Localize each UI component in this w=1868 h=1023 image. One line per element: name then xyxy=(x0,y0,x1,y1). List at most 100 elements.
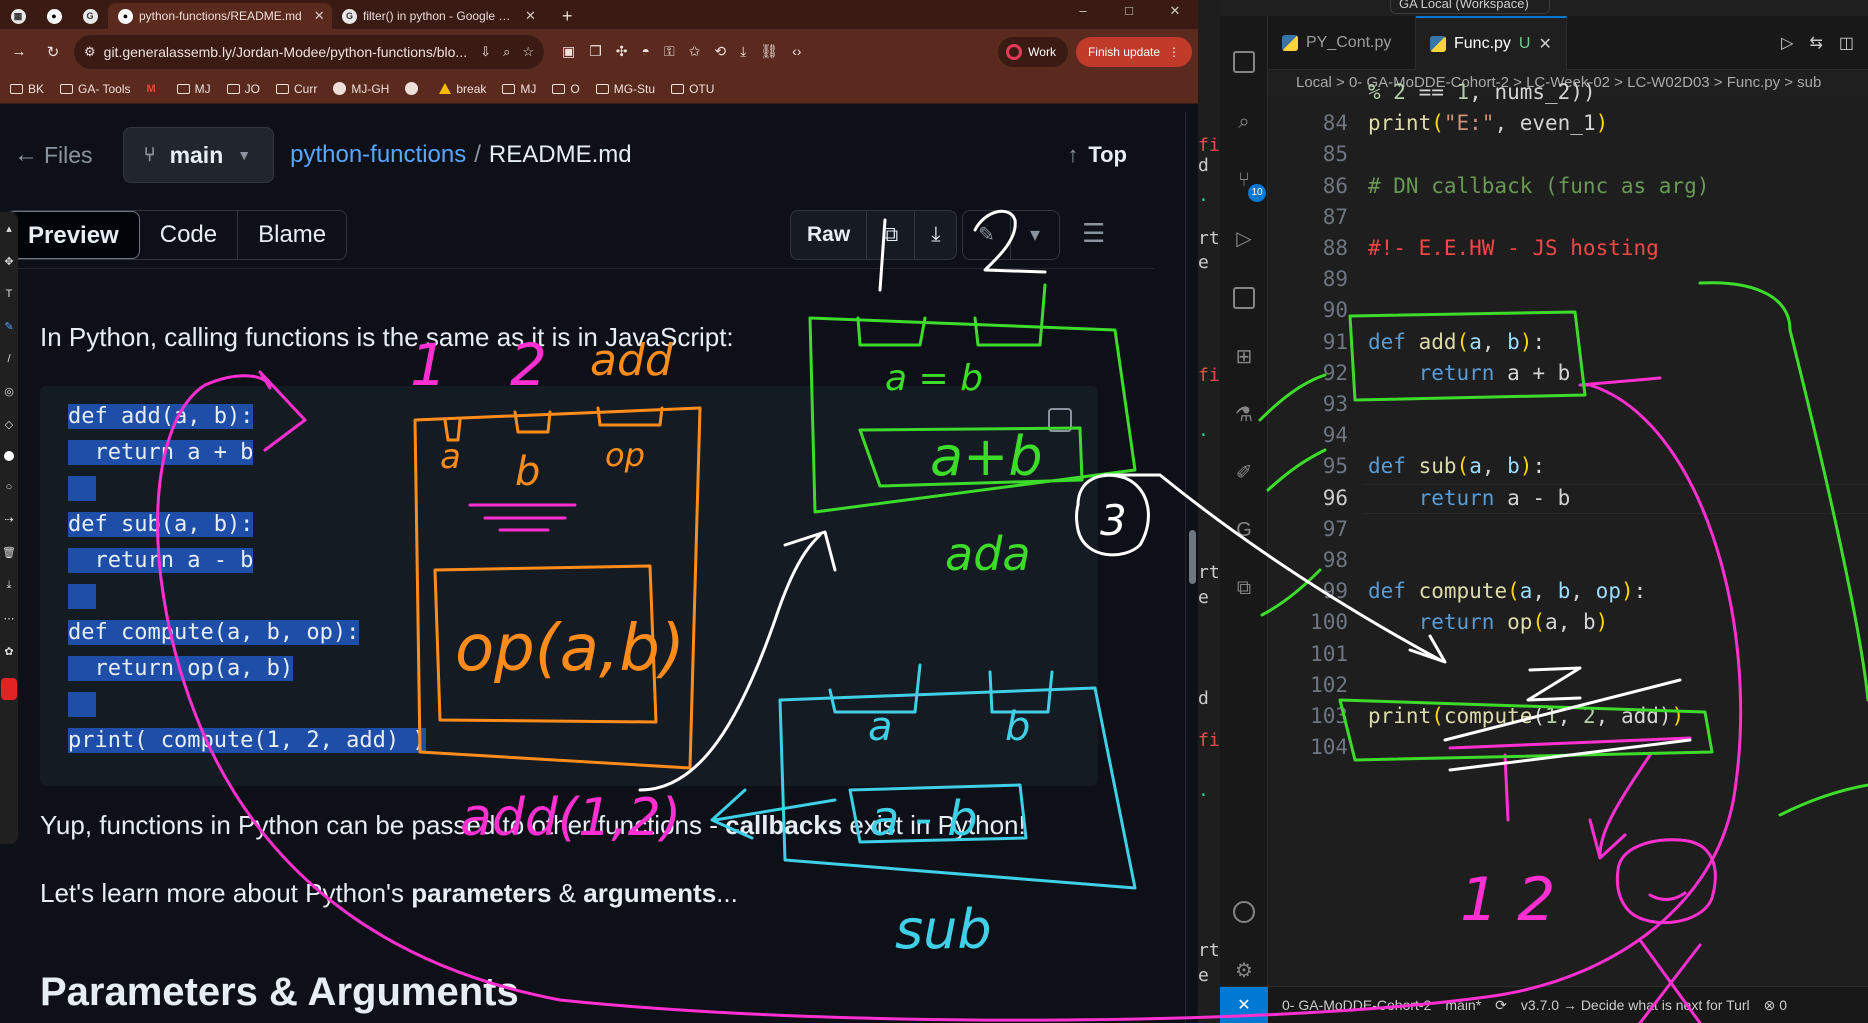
containers-icon[interactable]: ⧉ xyxy=(1230,574,1258,602)
tab-preview[interactable]: Preview xyxy=(7,211,140,259)
gear-icon[interactable]: ⚙ xyxy=(1230,956,1258,984)
close-icon[interactable]: ✕ xyxy=(314,8,325,24)
bookmark-item[interactable]: JO xyxy=(226,82,260,96)
color-dot-icon[interactable] xyxy=(4,451,14,461)
bookmark-item[interactable]: MJ-GH xyxy=(333,82,389,96)
problems-count[interactable]: ⊗ 0 xyxy=(1764,997,1787,1014)
incognito-icon[interactable]: ◓ xyxy=(642,43,650,60)
tab-github[interactable]: ● xyxy=(36,3,72,29)
bookmark-item[interactable]: GA- Tools xyxy=(60,82,130,96)
palette-icon[interactable]: ✿ xyxy=(4,645,13,658)
editor[interactable]: % 2 == 1, nums_2)) 84 print("E:", even_1) 8… xyxy=(1268,80,1868,988)
copy-icon[interactable] xyxy=(1048,408,1072,432)
remote-indicator[interactable]: ✕ xyxy=(1220,987,1268,1023)
tab-blame[interactable]: Blame xyxy=(238,211,346,259)
code-line[interactable]: #!- E.E.HW - JS hosting xyxy=(1368,236,1659,260)
run-debug-icon[interactable]: ▷ xyxy=(1230,224,1258,252)
cursor-icon[interactable]: ▴ xyxy=(6,222,12,235)
arrow-tool-icon[interactable]: ⇢ xyxy=(4,513,13,526)
download-icon[interactable]: ⤓ xyxy=(915,211,956,259)
eraser-icon[interactable]: ◇ xyxy=(5,418,13,431)
top-button[interactable]: ↑ Top xyxy=(1067,142,1127,168)
code-line[interactable]: % 2 == 1, nums_2)) xyxy=(1368,80,1596,104)
download-icon[interactable]: ⤓ xyxy=(740,43,746,60)
command-center[interactable]: GA Local (Workspace) xyxy=(1390,0,1550,14)
favorites-icon[interactable]: ✩ xyxy=(689,43,701,60)
repo-link[interactable]: python-functions xyxy=(290,141,466,168)
remote-explorer-icon[interactable] xyxy=(1230,284,1258,312)
outline-icon[interactable]: ☰ xyxy=(1082,218,1105,249)
save-tool-icon[interactable]: ⤓ xyxy=(7,579,12,592)
tab-app[interactable]: ▦ xyxy=(0,3,36,29)
site-info-icon[interactable]: ⚙ xyxy=(84,44,96,60)
line-icon[interactable]: / xyxy=(7,353,10,365)
puzzle-icon[interactable]: ✣ xyxy=(616,43,628,60)
explorer-icon[interactable] xyxy=(1230,48,1258,76)
sync-icon[interactable]: ⟳ xyxy=(1495,997,1507,1014)
code-line[interactable]: return op(a, b) xyxy=(1368,610,1609,634)
extensions-icon[interactable]: ⊞ xyxy=(1230,342,1258,370)
link-icon[interactable]: ⛓ xyxy=(760,43,778,60)
close-icon[interactable]: ✕ xyxy=(1538,34,1551,54)
tab-google[interactable]: G xyxy=(72,3,108,29)
move-icon[interactable]: ✥ xyxy=(4,255,13,268)
code-icon[interactable]: ‹› xyxy=(792,43,801,60)
code-line[interactable]: def sub(a, b): xyxy=(1368,454,1545,478)
pen-icon[interactable]: ✎ xyxy=(4,320,13,333)
text-tool-icon[interactable]: T xyxy=(6,288,13,300)
scrollbar-thumb[interactable] xyxy=(1189,530,1196,584)
account-icon[interactable] xyxy=(1230,898,1258,926)
profile-button[interactable]: Work xyxy=(998,36,1068,67)
code-line[interactable]: # DN callback (func as arg) xyxy=(1368,174,1709,198)
git-branch[interactable]: main* xyxy=(1445,997,1481,1013)
highlighter-icon[interactable]: ◎ xyxy=(4,385,14,398)
code-line[interactable]: def add(a, b): xyxy=(1368,330,1545,354)
tab-google-search[interactable]: G filter() in python - Google Search ✕ xyxy=(332,3,550,29)
close-icon[interactable]: ✕ xyxy=(525,8,536,24)
bookmark-item[interactable]: MJ xyxy=(502,82,536,96)
search-icon[interactable]: ⌕ xyxy=(1230,108,1258,136)
bookmark-item[interactable]: O xyxy=(552,82,580,96)
branch-selector[interactable]: ⑂ main ▼ xyxy=(122,127,275,183)
compare-icon[interactable]: ⇆ xyxy=(1809,33,1822,53)
tab-code[interactable]: Code xyxy=(140,211,239,259)
chevron-down-icon[interactable]: ▾ xyxy=(1011,211,1059,259)
key-icon[interactable]: ⚿ xyxy=(664,43,675,60)
tabs-icon[interactable]: ❐ xyxy=(589,43,602,60)
pencil-icon[interactable]: ✎ xyxy=(963,211,1011,259)
tab-func[interactable]: Func.py U ✕ xyxy=(1416,16,1567,70)
brush-icon[interactable]: ✐ xyxy=(1230,458,1258,486)
code-line[interactable]: return a + b xyxy=(1368,361,1571,385)
page-scrollbar[interactable] xyxy=(1185,112,1198,1023)
history-icon[interactable]: ⟲ xyxy=(714,43,726,60)
tab-readme[interactable]: ● python-functions/README.md ✕ xyxy=(108,3,332,29)
install-icon[interactable]: ⇩ xyxy=(480,44,491,60)
code-line[interactable]: print("E:", even_1) xyxy=(1368,111,1608,135)
bookmark-item[interactable]: OTU xyxy=(671,82,714,96)
finish-update-button[interactable]: Finish update ⋮ xyxy=(1075,36,1192,67)
copy-raw-icon[interactable]: ⧉ xyxy=(867,211,916,259)
bookmark-item[interactable]: MG-Stu xyxy=(595,82,655,96)
zoom-icon[interactable]: ⌕ xyxy=(503,44,510,60)
close-window-button[interactable]: ✕ xyxy=(1152,0,1198,22)
bookmark-item[interactable]: Curr xyxy=(276,82,317,96)
code-line[interactable]: def compute(a, b, op): xyxy=(1368,579,1646,603)
shape-icon[interactable]: ○ xyxy=(6,481,13,493)
bookmark-item[interactable]: break xyxy=(439,82,486,96)
reload-icon[interactable]: ↻ xyxy=(40,39,66,65)
back-arrow-icon[interactable]: ← xyxy=(14,141,44,169)
split-editor-icon[interactable]: ◫ xyxy=(1839,33,1854,53)
version-status[interactable]: v3.7.0 → Decide what is next for Turl xyxy=(1521,997,1750,1013)
bookmark-item[interactable]: M xyxy=(146,83,160,95)
bookmark-star-icon[interactable]: ☆ xyxy=(522,44,534,60)
maximize-button[interactable]: □ xyxy=(1106,0,1152,22)
trash-icon[interactable]: 🗑 xyxy=(2,546,16,559)
tab-py-cont[interactable]: PY_Cont.py xyxy=(1268,16,1416,70)
minimize-button[interactable]: – xyxy=(1060,0,1106,22)
more-icon[interactable]: ⋯ xyxy=(4,612,15,625)
bookmark-item[interactable]: MJ xyxy=(176,82,211,96)
run-icon[interactable]: ▷ xyxy=(1781,33,1793,53)
testing-icon[interactable]: ⚗ xyxy=(1230,400,1258,428)
new-tab-button[interactable]: + xyxy=(550,3,585,29)
bookmark-item[interactable] xyxy=(405,82,423,95)
